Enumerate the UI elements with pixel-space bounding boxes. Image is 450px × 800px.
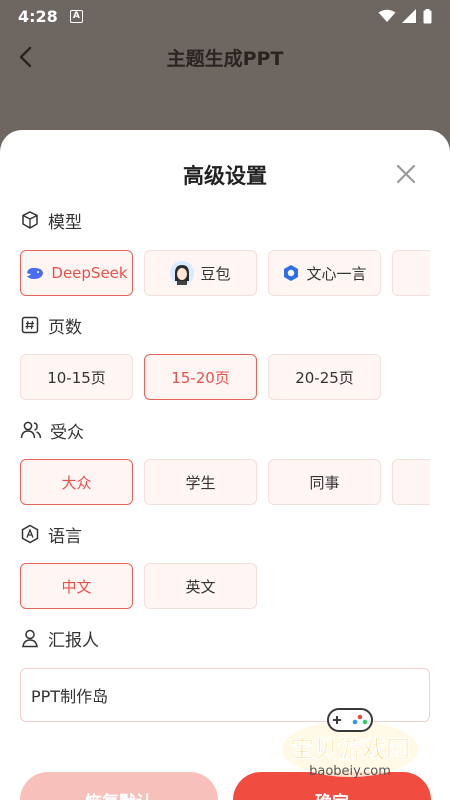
pages-section-label: 页数 [20,313,82,338]
language-a-icon [21,524,39,544]
model-option-label: DeepSeek [51,264,128,282]
pages-options: 10-15页 15-20页 20-25页 [20,354,430,400]
reset-button[interactable]: 恢复默认 [20,772,218,800]
model-option-deepseek[interactable]: DeepSeek [20,250,133,296]
pages-option-20-25[interactable]: 20-25页 [268,354,381,400]
audience-section-label: 受众 [20,418,84,443]
language-section-label: 语言 [20,522,82,547]
model-option-label: 文心一言 [306,264,367,283]
title-bar: 主题生成PPT [0,32,450,82]
language-label: 语言 [48,526,82,547]
watermark-logo: 宝贝游戏网 baobeiy.com [282,708,418,779]
model-option-wenxin[interactable]: 文心一言 [268,250,381,296]
sheet-title: 高级设置 [183,164,267,188]
model-options: DeepSeek 豆包 文心一言 [20,250,430,296]
watermark-brand: 宝贝游戏网 [290,735,410,763]
language-options: 中文 英文 [20,563,430,609]
hash-page-icon [21,316,39,334]
model-label: 模型 [48,212,82,233]
status-bar: 4:28 A [0,0,450,32]
close-icon[interactable] [394,162,418,186]
audience-option-public[interactable]: 大众 [20,459,133,505]
audience-option-more[interactable] [392,459,430,505]
watermark-url: baobeiy.com [309,764,391,779]
model-section-label: 模型 [20,208,82,233]
wifi-icon [378,9,396,22]
signal-icon [402,9,416,23]
page-title: 主题生成PPT [166,47,284,70]
pages-option-10-15[interactable]: 10-15页 [20,354,133,400]
model-option-label: 豆包 [200,264,231,283]
status-icons [378,8,432,24]
language-option-english[interactable]: 英文 [144,563,257,609]
status-time: 4:28 [18,6,58,26]
notification-a-icon: A [69,9,83,23]
audience-options: 大众 学生 同事 [20,459,430,505]
reporter-label: 汇报人 [48,630,99,651]
user-icon [22,629,38,648]
back-arrow-icon [19,46,32,68]
wenxin-logo-icon [284,265,299,281]
deepseek-whale-icon [27,267,44,279]
audience-option-colleagues[interactable]: 同事 [268,459,381,505]
battery-icon [423,8,432,23]
doubao-avatar-icon [170,261,195,285]
audience-label: 受众 [50,422,84,443]
pages-label: 页数 [48,317,82,338]
model-option-more[interactable] [392,250,430,296]
reporter-section-label: 汇报人 [20,626,99,651]
model-option-doubao[interactable]: 豆包 [144,250,257,296]
audience-option-students[interactable]: 学生 [144,459,257,505]
users-icon [20,421,42,439]
back-button[interactable] [12,44,38,70]
pages-option-15-20[interactable]: 15-20页 [144,354,257,400]
advanced-settings-sheet: 高级设置 模型 DeepSeek 豆包 文心一言 页数 10-15页 15-20… [0,130,450,800]
gamepad-icon [327,708,373,732]
language-option-chinese[interactable]: 中文 [20,563,133,609]
cube-ai-icon [22,211,38,229]
